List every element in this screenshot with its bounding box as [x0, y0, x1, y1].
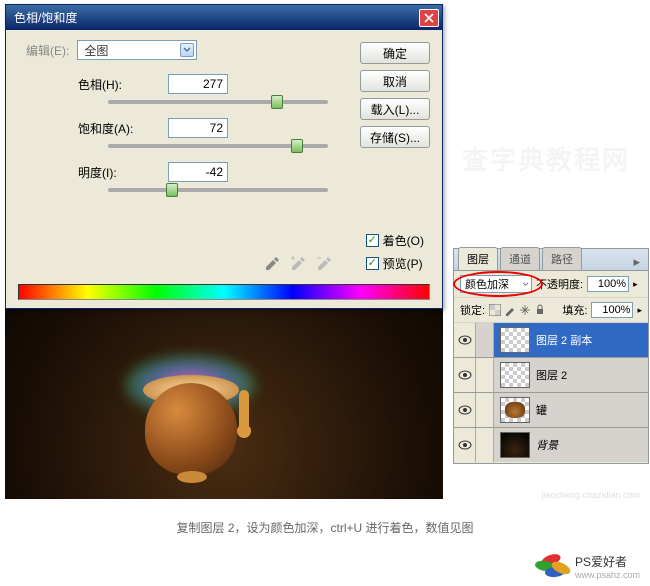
layer-row[interactable]: 背景: [454, 428, 648, 462]
lightness-slider[interactable]: [108, 188, 328, 192]
edit-combo-value: 全图: [84, 42, 108, 59]
layer-name[interactable]: 罐: [536, 402, 547, 418]
saturation-thumb[interactable]: [291, 139, 303, 153]
close-button[interactable]: [419, 9, 439, 27]
opacity-input[interactable]: [587, 276, 629, 292]
lock-pixels-icon[interactable]: [504, 304, 516, 316]
dialog-titlebar[interactable]: 色相/饱和度: [6, 5, 442, 30]
lock-all-icon[interactable]: [534, 304, 546, 316]
eyedropper-minus-icon[interactable]: [316, 256, 332, 272]
eye-icon: [458, 405, 472, 415]
layer-thumbnail: [500, 397, 530, 423]
lock-label: 锁定:: [460, 302, 485, 318]
eyedropper-group: [264, 256, 332, 272]
colorize-label: 着色(O): [383, 232, 424, 249]
lightness-thumb[interactable]: [166, 183, 178, 197]
lock-position-icon[interactable]: [519, 304, 531, 316]
visibility-toggle[interactable]: [454, 428, 476, 462]
hue-thumb[interactable]: [271, 95, 283, 109]
fill-input[interactable]: [591, 302, 633, 318]
checkbox-checked-icon: ✓: [366, 257, 379, 270]
layer-thumbnail: [500, 327, 530, 353]
caption-text: 复制图层 2，设为颜色加深，ctrl+U 进行着色，数值见图: [0, 519, 650, 536]
brand-logo-icon: [535, 555, 569, 579]
lightness-label: 明度(I):: [78, 164, 158, 181]
layers-list: 图层 2 副本 图层 2 罐 背景: [454, 323, 648, 462]
visibility-toggle[interactable]: [454, 358, 476, 392]
lightness-input[interactable]: [168, 162, 228, 182]
eye-icon: [458, 370, 472, 380]
colorize-checkbox[interactable]: ✓ 着色(O): [366, 232, 424, 249]
hue-label: 色相(H):: [78, 76, 158, 93]
background-watermark: 查字典教程网: [462, 140, 630, 177]
tab-channels[interactable]: 通道: [500, 247, 540, 270]
ok-button[interactable]: 确定: [360, 42, 430, 64]
saturation-slider[interactable]: [108, 144, 328, 148]
hue-input[interactable]: [168, 74, 228, 94]
checkbox-checked-icon: ✓: [366, 234, 379, 247]
fill-arrow-icon[interactable]: ▸: [637, 305, 642, 316]
hue-spectrum: [18, 284, 430, 300]
preview-label: 预览(P): [383, 255, 423, 272]
url-watermark: jiaocheng.chazidian.com: [541, 490, 640, 500]
tab-paths[interactable]: 路径: [542, 247, 582, 270]
save-button[interactable]: 存储(S)...: [360, 126, 430, 148]
brand-name: PS爱好者: [575, 555, 627, 569]
load-button[interactable]: 载入(L)...: [360, 98, 430, 120]
layer-row[interactable]: 图层 2: [454, 358, 648, 392]
opacity-arrow-icon[interactable]: ▸: [633, 279, 638, 290]
preview-checkbox[interactable]: ✓ 预览(P): [366, 255, 424, 272]
saturation-label: 饱和度(A):: [78, 120, 158, 137]
blend-mode-combo[interactable]: 颜色加深: [460, 275, 532, 293]
saturation-input[interactable]: [168, 118, 228, 138]
cancel-button[interactable]: 取消: [360, 70, 430, 92]
eye-icon: [458, 335, 472, 345]
link-col[interactable]: [476, 393, 494, 427]
close-icon: [424, 13, 434, 23]
eyedropper-icon[interactable]: [264, 256, 280, 272]
hue-saturation-dialog: 色相/饱和度 编辑(E): 全图 色相(H): 饱和度(A): 明度(I):: [5, 4, 443, 309]
chevron-down-icon: [180, 43, 194, 57]
layers-panel: 图层 通道 路径 ▸ 颜色加深 不透明度: ▸ 锁定: 填充: ▸ 图层 2 副: [453, 248, 649, 464]
brand-watermark: PS爱好者 www.psahz.com: [535, 553, 640, 580]
layer-row[interactable]: 图层 2 副本: [454, 323, 648, 357]
layer-row[interactable]: 罐: [454, 393, 648, 427]
link-col[interactable]: [476, 428, 494, 462]
tab-layers[interactable]: 图层: [458, 247, 498, 270]
layer-name[interactable]: 图层 2: [536, 367, 567, 383]
layer-thumbnail: [500, 432, 530, 458]
visibility-toggle[interactable]: [454, 393, 476, 427]
brand-url: www.psahz.com: [575, 570, 640, 580]
layer-name[interactable]: 图层 2 副本: [536, 332, 592, 348]
edit-combo[interactable]: 全图: [77, 40, 197, 60]
opacity-label: 不透明度:: [536, 276, 583, 292]
link-col[interactable]: [476, 358, 494, 392]
layer-name[interactable]: 背景: [536, 437, 558, 453]
lock-transparency-icon[interactable]: [489, 304, 501, 316]
edit-label: 编辑(E):: [26, 42, 69, 59]
dialog-title: 色相/饱和度: [14, 9, 77, 26]
link-col[interactable]: [476, 323, 494, 357]
eyedropper-plus-icon[interactable]: [290, 256, 306, 272]
visibility-toggle[interactable]: [454, 323, 476, 357]
fill-label: 填充:: [562, 302, 587, 318]
hue-slider[interactable]: [108, 100, 328, 104]
layer-thumbnail: [500, 362, 530, 388]
panel-menu-icon[interactable]: ▸: [629, 254, 644, 270]
chevron-down-icon: [522, 282, 529, 287]
blend-mode-value: 颜色加深: [465, 276, 509, 292]
eye-icon: [458, 440, 472, 450]
pot-illustration: [115, 335, 265, 485]
